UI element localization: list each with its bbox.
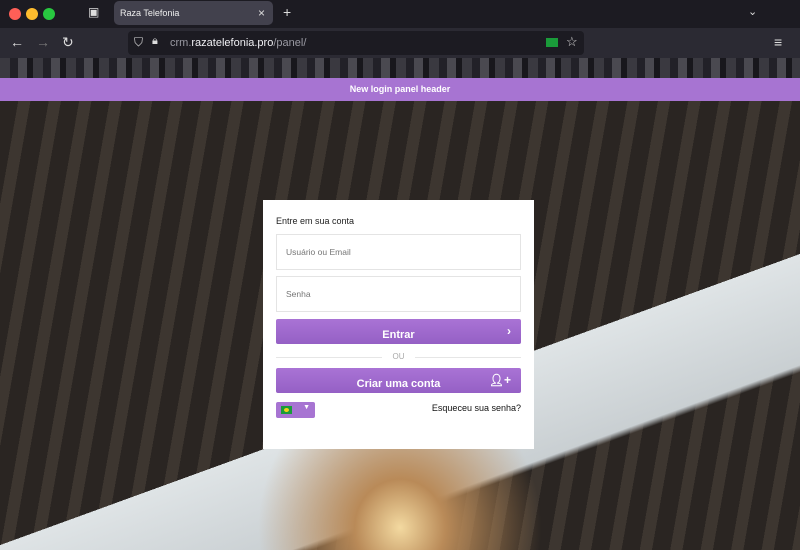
bookmark-star-icon[interactable]: ☆ xyxy=(566,34,578,50)
url-domain: razatelefonia.pro xyxy=(191,37,274,49)
add-user-icon: 👤︎+ xyxy=(488,373,511,387)
register-button-label: Criar uma conta xyxy=(356,377,441,390)
login-button[interactable]: Entrar › xyxy=(276,319,521,344)
menu-icon[interactable]: ≡ xyxy=(774,34,782,50)
username-input[interactable] xyxy=(276,234,521,270)
tab-title: Raza Telefonia xyxy=(120,8,180,18)
chevron-right-icon: › xyxy=(507,324,511,338)
list-tabs-icon[interactable]: ⌄ xyxy=(748,5,757,18)
caret-down-icon: ▼ xyxy=(303,404,310,411)
login-card: Entre em sua conta Entrar › OU Criar uma… xyxy=(263,200,534,449)
brazil-flag-icon xyxy=(281,406,292,414)
tab-bar: ▣ Raza Telefonia × + ⌄ xyxy=(0,0,800,28)
password-input[interactable] xyxy=(276,276,521,312)
url-path: /panel/ xyxy=(273,37,307,49)
maximize-window-button[interactable] xyxy=(43,8,55,20)
bookmarks-bar-blurred xyxy=(0,58,800,78)
close-window-button[interactable] xyxy=(9,8,21,20)
new-tab-button[interactable]: + xyxy=(283,4,291,20)
login-title: Entre em sua conta xyxy=(276,216,355,226)
language-selector[interactable]: ▼ xyxy=(276,402,315,418)
forgot-password-link[interactable]: Esqueceu sua senha? xyxy=(432,403,521,413)
login-button-label: Entrar xyxy=(382,328,415,341)
brazil-flag-icon[interactable] xyxy=(546,38,558,47)
tab-raza-telefonia[interactable]: Raza Telefonia × xyxy=(114,1,273,25)
forward-icon[interactable]: → xyxy=(36,34,50,50)
url-bar[interactable]: ⛉ 🔒︎ crm.razatelefonia.pro/panel/ ☆ xyxy=(128,31,584,55)
register-button[interactable]: Criar uma conta 👤︎+ xyxy=(276,368,521,393)
shield-icon: ⛉ xyxy=(134,35,144,49)
tab-overview-icon[interactable]: ▣ xyxy=(88,5,99,19)
lock-icon: 🔒︎ xyxy=(152,35,158,47)
minimize-window-button[interactable] xyxy=(26,8,38,20)
nav-bar: ← → ↻ ⛉ 🔒︎ crm.razatelefonia.pro/panel/ … xyxy=(0,28,800,58)
login-header-banner: New login panel header xyxy=(0,78,800,101)
close-tab-icon[interactable]: × xyxy=(258,6,265,20)
back-icon[interactable]: ← xyxy=(10,34,24,50)
or-divider: OU xyxy=(276,344,521,368)
url-prefix: crm. xyxy=(170,37,192,49)
reload-icon[interactable]: ↻ xyxy=(62,34,74,51)
